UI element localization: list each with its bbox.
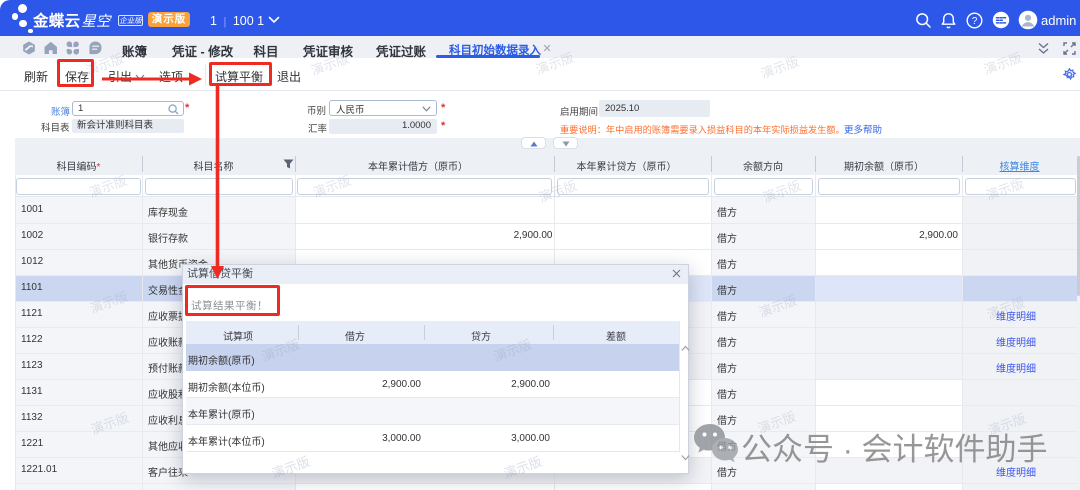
svg-text:?: ? bbox=[972, 16, 978, 27]
